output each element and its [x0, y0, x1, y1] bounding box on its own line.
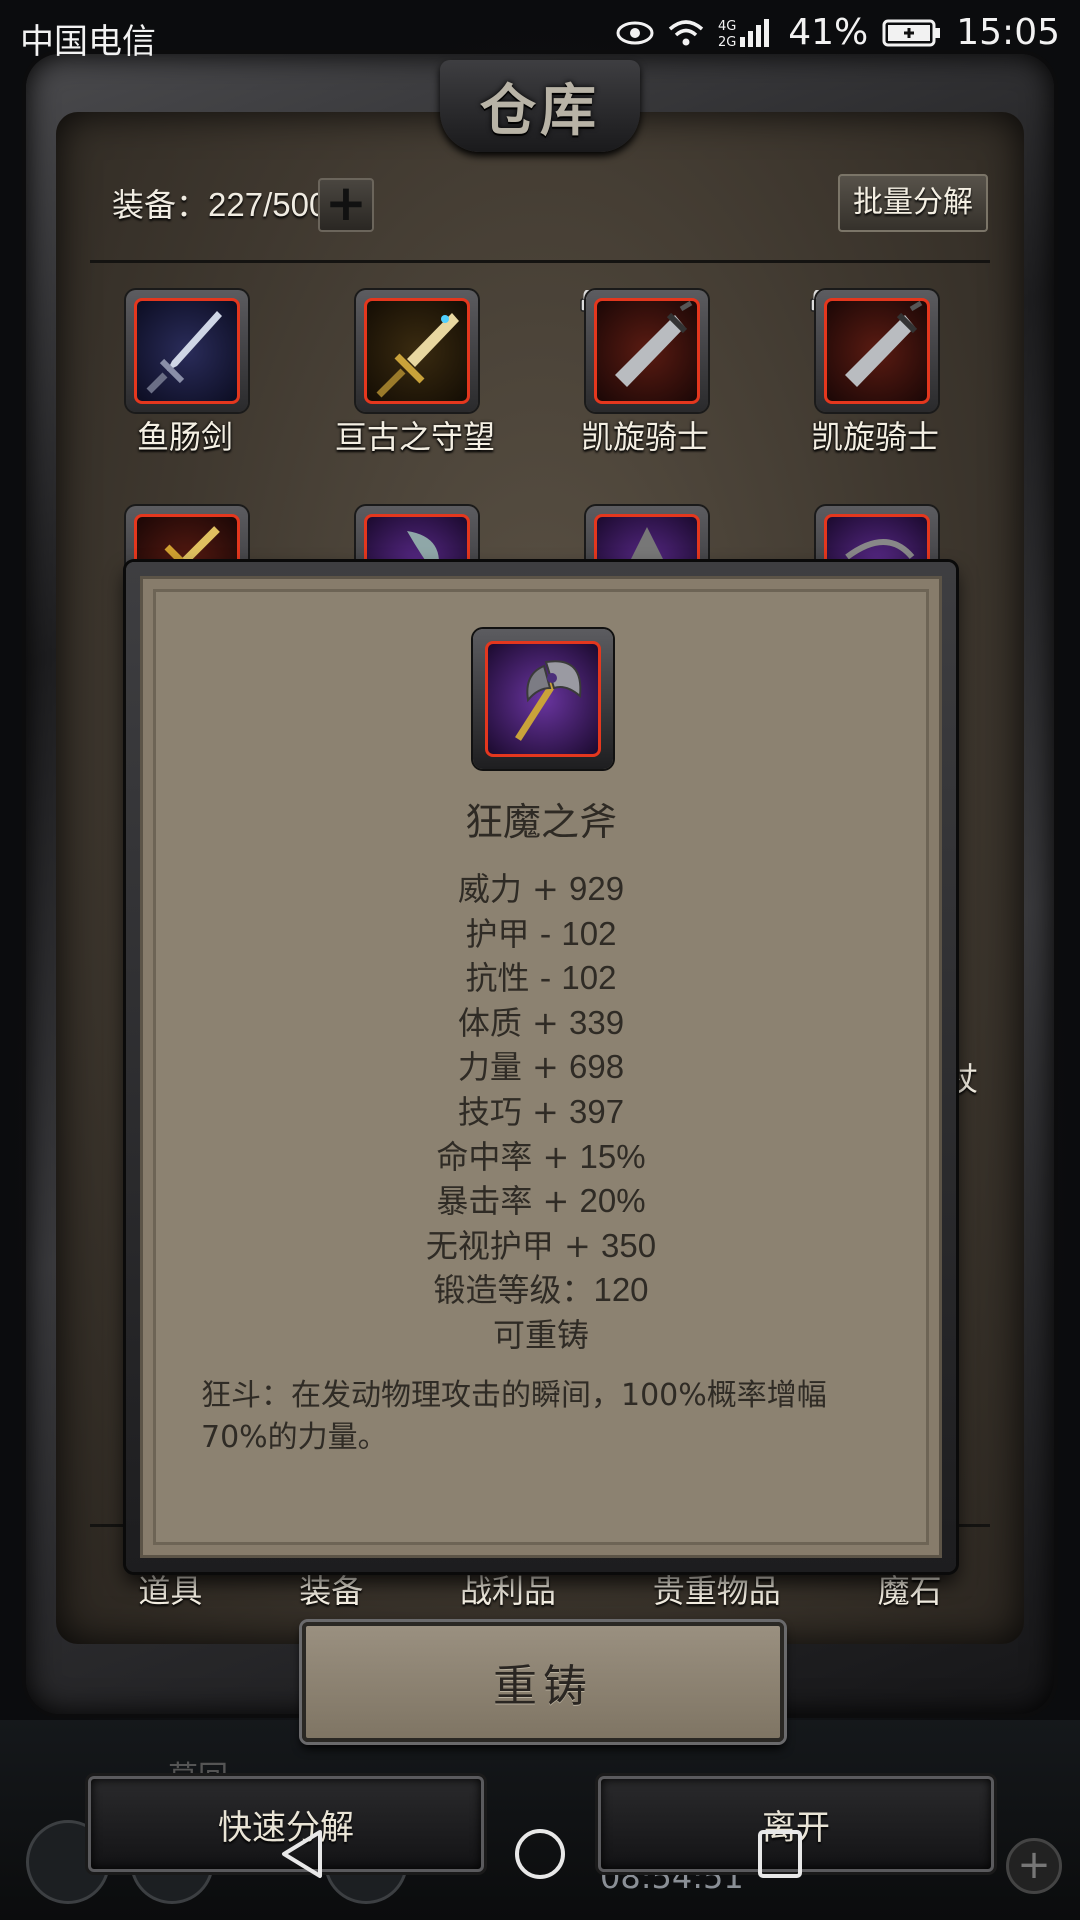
battery-charging-icon — [882, 18, 942, 48]
tab-items[interactable]: 道具 — [138, 1566, 202, 1626]
stat-armor: 护甲 - 102 — [465, 914, 617, 953]
back-icon[interactable] — [272, 1824, 332, 1888]
stat-skill: 技巧 + 397 — [457, 1092, 625, 1131]
stat-crit-rate: 暴击率 + 20% — [436, 1182, 646, 1221]
item-slot[interactable]: 亘古之守望 — [320, 290, 510, 460]
berserker-axe-icon — [485, 641, 601, 757]
reforge-button[interactable]: 重铸 — [302, 1622, 784, 1742]
stat-armor-pierce: 无视护甲 + 350 — [425, 1226, 657, 1265]
sword-icon — [134, 298, 240, 404]
item-slot[interactable]: 鱼肠剑 — [90, 290, 280, 460]
category-tabs: 道具 装备 战利品 贵重物品 魔石 — [90, 1566, 990, 1626]
detail-parchment: 狂魔之斧 威力 + 929 护甲 - 102 抗性 - 102 体质 + 339… — [140, 576, 942, 1558]
stat-resistance: 抗性 - 102 — [465, 959, 617, 998]
stat-power: 威力 + 929 — [457, 870, 625, 908]
reforge-label: 重铸 — [493, 1661, 593, 1712]
carrier-name: 中国电信 — [20, 22, 156, 62]
stat-forge-level: 锻造等级：120 — [433, 1271, 649, 1310]
reforgeable-text: 可重铸 — [492, 1315, 589, 1354]
expand-capacity-button[interactable]: + — [318, 178, 374, 232]
greatsword-icon — [594, 298, 700, 404]
tab-magic-stones[interactable]: 魔石 — [878, 1566, 942, 1626]
status-bar: 中国电信 4G 2G 41% 15:05 — [0, 0, 1080, 72]
divider — [90, 260, 990, 263]
detail-item-name: 狂魔之斧 — [464, 800, 617, 844]
stat-strength: 力量 + 698 — [457, 1048, 625, 1087]
stat-constitution: 体质 + 339 — [457, 1003, 625, 1042]
skill-line: 狂斗：在发动物理攻击的瞬间，100%概率增幅 — [201, 1378, 827, 1413]
battery-percent: 41% — [788, 12, 869, 53]
item-name: 凯旋骑士 — [810, 418, 939, 456]
warehouse-title: 仓库 — [480, 77, 600, 144]
recents-icon[interactable] — [750, 1824, 810, 1888]
tab-valuables[interactable]: 贵重物品 — [653, 1566, 781, 1626]
capacity-row: 装备：227/500 + 批量分解 — [90, 162, 990, 242]
title-plate: 仓库 — [440, 60, 640, 152]
wifi-icon — [668, 19, 704, 47]
stats-list: 威力 + 929 护甲 - 102 抗性 - 102 体质 + 339 力量 +… — [143, 867, 939, 1358]
item-name: 亘古之守望 — [334, 418, 495, 456]
stat-hit-rate: 命中率 + 15% — [436, 1137, 646, 1176]
item-name: 鱼肠剑 — [136, 418, 233, 456]
clock: 15:05 — [956, 12, 1060, 53]
item-detail-panel: 狂魔之斧 威力 + 929 护甲 - 102 抗性 - 102 体质 + 339… — [126, 562, 956, 1572]
golden-sword-icon — [364, 298, 470, 404]
skill-line: 70%的力量。 — [201, 1420, 388, 1455]
capacity-value: 227/500 — [208, 186, 328, 223]
svg-text:4G: 4G — [718, 19, 736, 34]
item-slot[interactable]: 凯旋骑士 — [780, 288, 970, 460]
home-icon[interactable] — [510, 1824, 570, 1888]
capacity-label: 装备：227/500 — [112, 186, 328, 224]
item-name: 凯旋骑士 — [580, 418, 709, 456]
signal-icon: 4G 2G — [718, 17, 774, 49]
system-nav-bar — [0, 1800, 1080, 1910]
eye-icon — [616, 21, 654, 45]
greatsword-icon — [824, 298, 930, 404]
skill-description: 狂斗：在发动物理攻击的瞬间，100%概率增幅 70%的力量。 — [201, 1375, 881, 1459]
item-slot[interactable]: 凯旋骑士 — [550, 288, 740, 460]
detail-item-slot — [473, 629, 613, 769]
svg-text:2G: 2G — [718, 35, 736, 49]
tab-loot[interactable]: 战利品 — [460, 1566, 556, 1626]
tab-equipment[interactable]: 装备 — [299, 1566, 363, 1626]
bulk-disassemble-button[interactable]: 批量分解 — [838, 174, 988, 232]
